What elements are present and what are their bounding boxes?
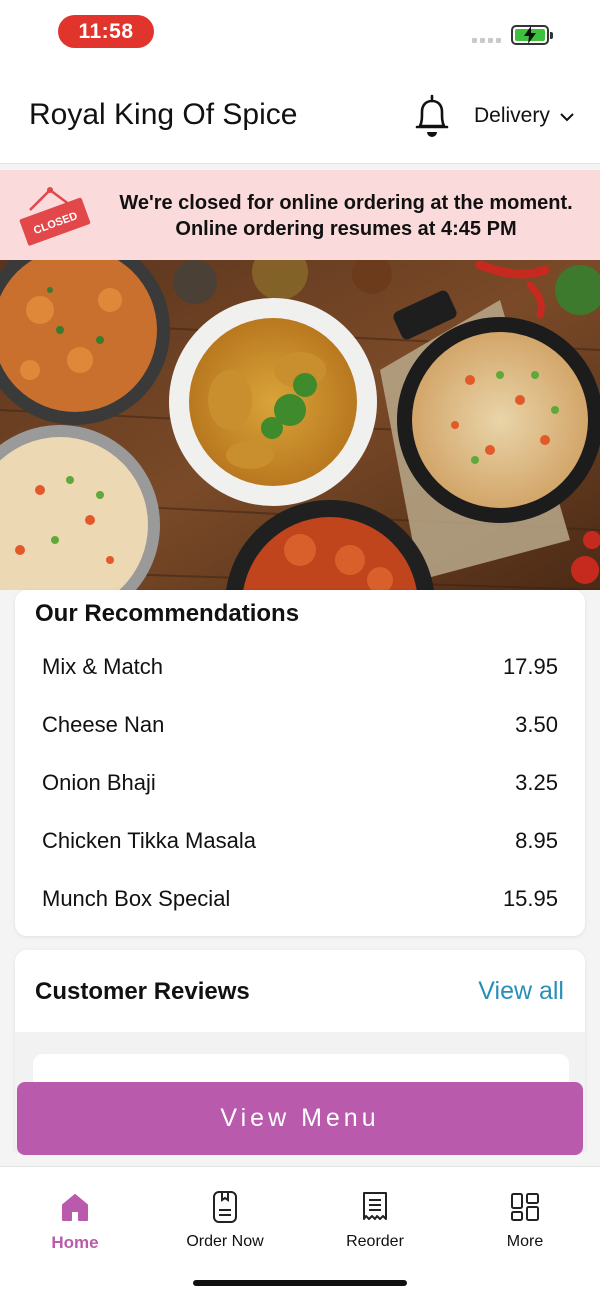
- recommendation-item[interactable]: Munch Box Special 15.95: [42, 879, 558, 919]
- tab-label: Home: [51, 1233, 99, 1252]
- status-bar: 11:58: [0, 0, 600, 64]
- reviews-heading: Customer Reviews: [35, 978, 250, 1005]
- bell-icon[interactable]: [412, 92, 452, 145]
- reviews-header: Customer Reviews View all: [15, 950, 585, 1032]
- recommendation-item[interactable]: Cheese Nan 3.50: [42, 705, 558, 745]
- item-name: Chicken Tikka Masala: [42, 828, 256, 853]
- item-name: Onion Bhaji: [42, 770, 156, 795]
- app-header: Royal King Of Spice Delivery: [0, 64, 600, 164]
- recommendation-item[interactable]: Chicken Tikka Masala 8.95: [42, 821, 558, 861]
- tab-label: Reorder: [346, 1233, 404, 1250]
- item-price: 17.95: [502, 654, 558, 679]
- recommendations-card: Our Recommendations Mix & Match 17.95 Ch…: [15, 590, 585, 936]
- tab-label: Order Now: [186, 1233, 264, 1250]
- item-name: Munch Box Special: [42, 886, 231, 911]
- closed-message: We're closed for online ordering at the …: [106, 190, 586, 242]
- tab-label: More: [506, 1233, 544, 1250]
- battery-icon: [511, 25, 553, 45]
- closed-sign-icon: CLOSED: [14, 184, 98, 255]
- item-name: Cheese Nan: [42, 712, 165, 737]
- receipt-icon: [300, 1189, 450, 1225]
- closed-message-line2: Online ordering resumes at 4:45 PM: [175, 218, 517, 240]
- item-price: 3.25: [515, 770, 558, 795]
- delivery-mode-label: Delivery: [474, 104, 550, 127]
- item-price: 8.95: [515, 828, 558, 853]
- signal-icon: [472, 38, 501, 43]
- tab-more[interactable]: More: [450, 1189, 600, 1251]
- tab-order-now[interactable]: Order Now: [150, 1189, 300, 1251]
- recommendations-heading: Our Recommendations: [35, 600, 300, 627]
- delivery-mode-selector[interactable]: Delivery: [474, 104, 574, 128]
- closed-banner: CLOSED We're closed for online ordering …: [0, 170, 600, 260]
- item-price: 3.50: [515, 712, 558, 737]
- tab-reorder[interactable]: Reorder: [300, 1189, 450, 1251]
- closed-message-line1: We're closed for online ordering at the …: [119, 192, 573, 214]
- item-name: Mix & Match: [42, 654, 164, 679]
- restaurant-title: Royal King Of Spice: [29, 98, 298, 131]
- order-now-icon: [150, 1189, 300, 1225]
- bottom-tab-bar: Home Order Now Reorder More: [0, 1166, 600, 1298]
- status-time: 11:58: [58, 15, 154, 48]
- view-all-reviews-link[interactable]: View all: [478, 977, 564, 1006]
- view-menu-button[interactable]: View Menu: [17, 1082, 583, 1155]
- item-price: 15.95: [502, 886, 558, 911]
- recommendation-item[interactable]: Mix & Match 17.95: [42, 647, 558, 687]
- hero-food-image: [0, 260, 600, 590]
- home-indicator: [193, 1280, 407, 1286]
- grid-icon: [450, 1189, 600, 1225]
- tab-home[interactable]: Home: [0, 1189, 150, 1253]
- home-icon: [0, 1189, 150, 1225]
- recommendation-item[interactable]: Onion Bhaji 3.25: [42, 763, 558, 803]
- chevron-down-icon: [560, 104, 574, 128]
